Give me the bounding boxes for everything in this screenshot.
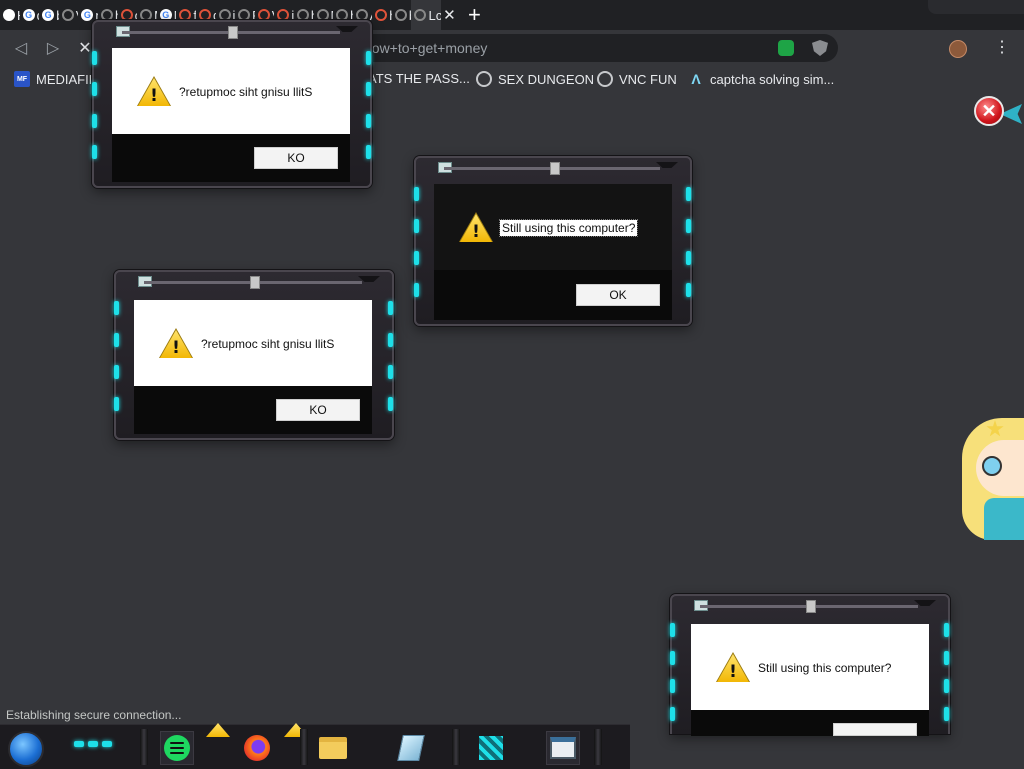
start-orb-button[interactable] xyxy=(8,731,44,767)
dialog-body: ?retupmoc siht gnisu llitS xyxy=(134,300,372,386)
titlebar-grip[interactable] xyxy=(806,600,816,613)
address-text: how+to+get+money xyxy=(364,40,488,56)
gear-icon xyxy=(597,71,613,87)
taskbar-divider xyxy=(300,729,308,765)
shield-extension-icon[interactable] xyxy=(812,40,828,56)
site-icon xyxy=(61,9,74,21)
cyan-lights-left xyxy=(670,616,676,728)
bookmark-pass[interactable]: ATS THE PASS... xyxy=(368,71,470,86)
titlebar-grip[interactable] xyxy=(228,26,238,39)
bookmark-dungeon[interactable]: SEX DUNGEON xyxy=(476,71,594,87)
cyan-lights-right xyxy=(366,42,372,168)
forward-button[interactable]: ▷ xyxy=(42,37,64,59)
google-icon: G xyxy=(81,9,94,21)
warning-icon xyxy=(206,723,230,737)
ok-button[interactable]: OK xyxy=(576,284,660,306)
dialog-footer: KO xyxy=(112,134,350,182)
dialog-body: ?retupmoc siht gnisu llitS xyxy=(112,48,350,134)
taskbar-divider xyxy=(452,729,460,765)
browser-tab[interactable]: H xyxy=(0,0,20,30)
close-badge-icon[interactable]: ✕ xyxy=(974,96,1004,126)
cyan-lights-left xyxy=(114,292,120,420)
warning-icon xyxy=(460,214,492,242)
cyan-lights-right xyxy=(944,616,950,728)
profile-avatar[interactable] xyxy=(949,40,967,58)
bookmark-label: VNC FUN xyxy=(619,71,677,87)
warning-icon xyxy=(138,78,170,106)
firefox-icon[interactable] xyxy=(240,731,274,765)
bookmark-label: MEDIAFIR xyxy=(36,71,99,87)
dialog-message: Still using this computer? xyxy=(498,219,639,237)
bookmark-captcha[interactable]: Λ captcha solving sim... xyxy=(688,71,834,87)
dialog-titlebar[interactable] xyxy=(100,26,364,39)
warning-dialog[interactable]: ?retupmoc siht gnisu llitS KO xyxy=(114,270,394,440)
browser-tab[interactable]: Lc xyxy=(411,0,442,30)
cyan-lights-left xyxy=(92,42,98,168)
cartoon-character-image xyxy=(962,418,1024,540)
new-tab-button[interactable]: + xyxy=(461,0,487,30)
browser-tab[interactable]: Gb xyxy=(39,0,59,30)
glass-icon[interactable] xyxy=(394,731,428,765)
google-icon: G xyxy=(42,9,55,21)
dialog-body: Still using this computer? xyxy=(434,184,672,270)
browser-tab[interactable]: V xyxy=(59,0,78,30)
puzzle-icon[interactable] xyxy=(474,731,508,765)
chat-extension-icon[interactable] xyxy=(778,40,794,56)
warning-dialog[interactable]: Still using this computer? xyxy=(670,594,950,736)
loader-icon xyxy=(375,9,388,21)
spotify-icon[interactable] xyxy=(160,731,194,765)
back-button[interactable]: ◁ xyxy=(10,37,32,59)
tab-close-button[interactable]: ✕ xyxy=(441,0,457,30)
bookmark-mediafire[interactable]: MF MEDIAFIR xyxy=(14,71,98,87)
bookmark-vnc[interactable]: VNC FUN xyxy=(597,71,677,87)
taskbar-divider xyxy=(140,729,148,765)
browser-tab[interactable]: h xyxy=(372,0,392,30)
bookmark-label: captcha solving sim... xyxy=(710,71,835,87)
warning-dialog[interactable]: ?retupmoc siht gnisu llitS KO xyxy=(92,20,372,188)
titlebar-grip[interactable] xyxy=(250,276,260,289)
browser-tab[interactable]: Gd xyxy=(20,0,39,30)
dialog-message: Still using this computer? xyxy=(758,661,892,675)
warning-dialog-dark[interactable]: Still using this computer? OK xyxy=(414,156,692,326)
site-icon xyxy=(394,9,407,21)
dialog-footer: OK xyxy=(434,270,672,320)
dialog-titlebar[interactable] xyxy=(422,162,684,175)
site-icon xyxy=(414,9,427,21)
titlebar-grip[interactable] xyxy=(550,162,560,175)
cyan-lights-left xyxy=(414,178,420,306)
a-logo-icon: Λ xyxy=(691,71,701,87)
mediafire-icon: MF xyxy=(14,71,30,87)
dialog-footer xyxy=(691,710,929,736)
dialog-footer: KO xyxy=(134,386,372,434)
folder-icon[interactable] xyxy=(316,731,350,765)
dialog-body: Still using this computer? xyxy=(691,624,929,710)
cyan-lights xyxy=(74,741,112,747)
bookmark-label: SEX DUNGEON xyxy=(498,71,595,87)
ok-button[interactable]: KO xyxy=(276,399,360,421)
warning-icon xyxy=(160,330,192,358)
ok-button[interactable] xyxy=(833,723,917,736)
window-controls[interactable] xyxy=(928,0,1024,14)
cyan-lights-right xyxy=(388,292,394,420)
bookmark-label: ATS THE PASS... xyxy=(368,71,470,86)
taskbar-divider xyxy=(594,729,602,765)
dialog-message: ?retupmoc siht gnisu llitS xyxy=(201,337,335,351)
gear-icon xyxy=(476,71,492,87)
cyan-lights-right xyxy=(686,178,692,306)
dialog-titlebar[interactable] xyxy=(678,600,942,613)
dialog-message: ?retupmoc siht gnisu llitS xyxy=(179,85,313,99)
taskbar xyxy=(0,723,630,769)
status-bar: Establishing secure connection... xyxy=(0,706,188,724)
google-icon: G xyxy=(22,9,35,21)
warning-icon xyxy=(717,654,749,682)
history-icon xyxy=(3,9,15,21)
browser-tab[interactable]: b xyxy=(392,0,411,30)
ok-button[interactable]: KO xyxy=(254,147,338,169)
window-icon[interactable] xyxy=(546,731,580,765)
dialog-titlebar[interactable] xyxy=(122,276,386,289)
browser-menu-button[interactable]: ⋮ xyxy=(994,37,1010,59)
tab-label: Lc xyxy=(428,7,442,23)
